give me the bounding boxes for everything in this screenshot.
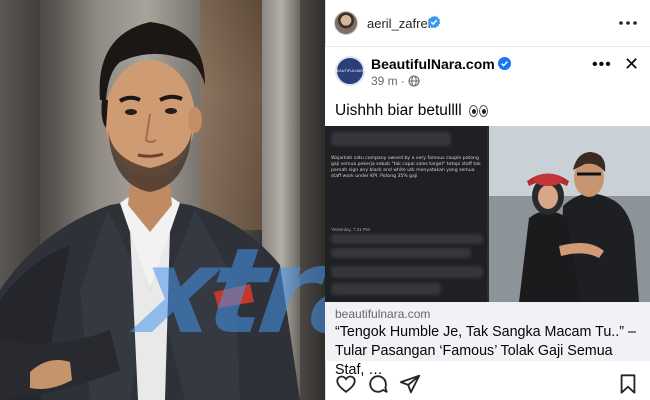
heart-icon[interactable]	[335, 373, 357, 395]
verified-badge-icon	[427, 15, 441, 29]
post-caption: Uishhh biar betullll	[335, 102, 488, 120]
meta-separator: ·	[400, 74, 405, 88]
profile-photo: xtra	[0, 0, 325, 400]
chat-message-text: Wajarkah satu company owned by a very fa…	[331, 156, 481, 179]
profile-avatar[interactable]	[334, 11, 358, 35]
comment-icon[interactable]	[367, 373, 389, 395]
watermark-text: xtra	[130, 222, 325, 360]
ellipsis-icon[interactable]: •••	[592, 56, 612, 74]
post-header: aeril_zafrel	[326, 0, 650, 46]
link-domain: beautifulnara.com	[335, 307, 431, 321]
page-name[interactable]: BeautifulNara.com	[371, 56, 495, 72]
couple-photo	[489, 126, 650, 302]
blurred-message	[331, 248, 471, 258]
blurred-message	[331, 283, 441, 295]
blurred-message	[331, 266, 483, 278]
facebook-post-card: BEAUTIFULNARA BeautifulNara.com 39 m · •…	[325, 46, 650, 378]
globe-icon	[408, 75, 420, 87]
link-preview[interactable]: beautifulnara.com “Tengok Humble Je, Tak…	[325, 302, 650, 378]
verified-badge-icon	[498, 57, 511, 70]
paper-plane-icon[interactable]	[399, 373, 421, 395]
post-action-bar	[325, 360, 650, 400]
chat-screenshot: Wajarkah satu company owned by a very fa…	[325, 126, 489, 302]
post-time[interactable]: 39 m	[371, 74, 398, 88]
blurred-message	[331, 132, 451, 146]
caption-text: Uishhh biar betullll	[335, 102, 462, 119]
page-avatar-text: BEAUTIFULNARA	[334, 69, 366, 73]
close-icon[interactable]: ✕	[624, 54, 639, 75]
post-image[interactable]: Wajarkah satu company owned by a very fa…	[325, 126, 650, 302]
more-options-icon[interactable]	[617, 12, 639, 34]
username[interactable]: aeril_zafrel	[367, 16, 431, 31]
couple-illustration	[489, 126, 650, 302]
eyes-emoji	[468, 105, 488, 117]
chat-timestamp: Yesterday, 7:31 PM	[331, 227, 370, 232]
page-avatar[interactable]: BEAUTIFULNARA	[334, 56, 366, 86]
post-meta: 39 m ·	[371, 74, 420, 88]
blurred-message	[331, 234, 483, 244]
bookmark-icon[interactable]	[617, 373, 639, 395]
